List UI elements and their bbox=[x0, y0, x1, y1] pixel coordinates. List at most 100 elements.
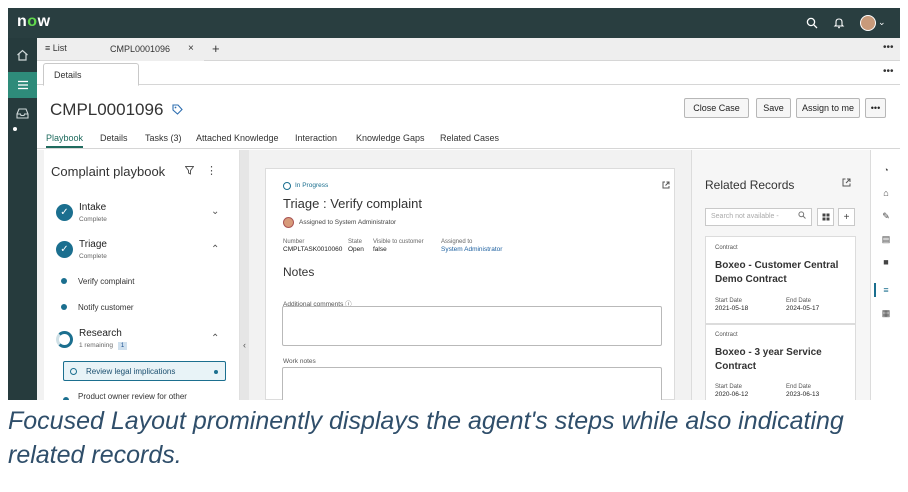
close-icon[interactable]: × bbox=[188, 43, 194, 54]
chevron-down-icon[interactable]: ⌄ bbox=[878, 17, 886, 28]
active-step-review-legal[interactable]: Review legal implications bbox=[63, 361, 226, 381]
start-date-label: Start Date bbox=[715, 298, 743, 304]
tab-details[interactable]: Details bbox=[100, 133, 128, 143]
close-case-button[interactable]: Close Case bbox=[684, 98, 749, 118]
field-state-value: Open bbox=[348, 246, 364, 253]
attachment-icon[interactable]: ✎ bbox=[880, 210, 892, 222]
in-progress-icon bbox=[283, 182, 291, 190]
vertical-more-icon[interactable]: ⋮ bbox=[206, 164, 217, 177]
right-context-rail: ◔ ⌂ ✎ ▤ ■ ≡ ▦ bbox=[870, 150, 900, 400]
graduation-cap-icon[interactable]: ⌂ bbox=[880, 187, 892, 199]
open-in-new-icon[interactable] bbox=[662, 181, 670, 191]
end-date-value: 2024-05-17 bbox=[786, 305, 820, 312]
step-open-icon bbox=[70, 368, 77, 375]
save-button[interactable]: Save bbox=[756, 98, 791, 118]
chevron-down-icon[interactable]: ⌄ bbox=[211, 206, 219, 217]
field-assigned-label: Assigned to bbox=[441, 239, 473, 245]
check-circle-icon: ✓ bbox=[56, 204, 73, 221]
field-number-value: CMPLTASK0010060 bbox=[283, 246, 343, 253]
field-state-label: State bbox=[348, 239, 363, 245]
end-date-value: 2023-06-13 bbox=[786, 391, 820, 398]
field-visible-label: Visible to customer bbox=[373, 239, 424, 245]
tab-playbook[interactable]: Playbook bbox=[46, 133, 84, 148]
related-list-icon[interactable]: ≡ bbox=[880, 284, 892, 296]
step-notify-customer[interactable]: Notify customer bbox=[78, 303, 134, 312]
list-icon[interactable] bbox=[8, 72, 37, 98]
task-detail-panel: In Progress Triage : Verify complaint As… bbox=[265, 168, 675, 400]
bell-icon[interactable] bbox=[830, 14, 848, 32]
screenshot-frame: now ⌄ ≡ List CMPL0001096 × + ••• Details… bbox=[8, 8, 900, 400]
record-tab[interactable]: CMPL0001096 × bbox=[100, 38, 204, 61]
windows-icon[interactable] bbox=[817, 208, 834, 226]
logo-text: now bbox=[17, 13, 51, 30]
progress-ring-icon bbox=[56, 331, 73, 348]
add-tab-button[interactable]: + bbox=[212, 41, 220, 56]
stage-research-status: 1 remaining bbox=[79, 342, 113, 349]
document-icon[interactable]: ▤ bbox=[880, 233, 892, 245]
tab-related-cases[interactable]: Related Cases bbox=[440, 133, 499, 143]
search-icon[interactable] bbox=[798, 211, 806, 221]
collapse-panel-icon[interactable]: ‹ bbox=[243, 340, 246, 350]
work-notes-input[interactable] bbox=[282, 367, 662, 400]
agent-assist-icon[interactable]: ◔ bbox=[880, 164, 892, 176]
tag-icon[interactable] bbox=[172, 104, 183, 118]
chevron-up-icon[interactable]: ⌃ bbox=[211, 244, 219, 255]
step-product-owner-review[interactable]: Product owner review for other bbox=[78, 392, 187, 400]
tab-interaction[interactable]: Interaction bbox=[295, 133, 337, 143]
list-tab[interactable]: ≡ List bbox=[45, 43, 67, 53]
record-type: Contract bbox=[715, 332, 738, 338]
stage-intake-name[interactable]: Intake bbox=[79, 202, 106, 213]
more-icon[interactable]: ••• bbox=[883, 66, 894, 77]
step-review-legal-label: Review legal implications bbox=[86, 367, 176, 376]
servicenow-logo[interactable]: now bbox=[17, 13, 51, 31]
related-records-title: Related Records bbox=[705, 178, 795, 192]
related-record-card[interactable]: Contract Boxeo - 3 year Service Contract… bbox=[705, 324, 856, 400]
remaining-count-badge: 1 bbox=[118, 342, 127, 350]
end-date-label: End Date bbox=[786, 298, 812, 304]
chevron-up-icon[interactable]: ⌃ bbox=[211, 333, 219, 344]
stage-triage-name[interactable]: Triage bbox=[79, 239, 107, 250]
grid-icon[interactable]: ▦ bbox=[880, 307, 892, 319]
stage-intake-status: Complete bbox=[79, 216, 107, 223]
record-name[interactable]: Boxeo - Customer Central Demo Contract bbox=[715, 259, 855, 287]
record-number-title: CMPL0001096 bbox=[50, 100, 164, 119]
tab-tasks[interactable]: Tasks (3) bbox=[145, 133, 182, 143]
filter-icon[interactable] bbox=[184, 166, 195, 178]
user-avatar[interactable] bbox=[860, 15, 876, 31]
assignee-avatar bbox=[283, 217, 294, 228]
record-name[interactable]: Boxeo - 3 year Service Contract bbox=[715, 346, 855, 374]
search-icon[interactable] bbox=[803, 14, 821, 32]
tab-attached-knowledge[interactable]: Attached Knowledge bbox=[196, 133, 279, 143]
playbook-title: Complaint playbook bbox=[51, 164, 166, 179]
record-tab-label: CMPL0001096 bbox=[110, 44, 171, 54]
file-icon[interactable]: ■ bbox=[880, 256, 892, 268]
tab-knowledge-gaps[interactable]: Knowledge Gaps bbox=[356, 133, 425, 143]
top-header-bar: now ⌄ bbox=[8, 8, 900, 38]
related-record-card[interactable]: Contract Boxeo - Customer Central Demo C… bbox=[705, 236, 856, 324]
start-date-label: Start Date bbox=[715, 384, 743, 390]
home-icon[interactable] bbox=[8, 42, 37, 68]
active-indicator-dot bbox=[214, 370, 218, 374]
step-complete-icon bbox=[61, 278, 67, 284]
stage-research-name[interactable]: Research bbox=[79, 328, 122, 339]
task-status: In Progress bbox=[295, 182, 329, 189]
tab-details-sub[interactable]: Details bbox=[43, 63, 139, 86]
stage-triage-status: Complete bbox=[79, 253, 107, 260]
related-search-input[interactable]: Search not available - bbox=[705, 208, 812, 226]
start-date-value: 2020-06-12 bbox=[715, 391, 749, 398]
add-related-button[interactable]: + bbox=[838, 208, 855, 226]
inbox-icon[interactable] bbox=[8, 100, 37, 126]
additional-comments-input[interactable] bbox=[282, 306, 662, 346]
more-icon[interactable]: ••• bbox=[883, 42, 894, 53]
more-actions-button[interactable]: ••• bbox=[865, 98, 886, 118]
step-verify-complaint[interactable]: Verify complaint bbox=[78, 277, 134, 286]
assigned-to-line: Assigned to System Administrator bbox=[299, 219, 397, 226]
check-circle-icon: ✓ bbox=[56, 241, 73, 258]
open-in-new-icon[interactable] bbox=[842, 178, 851, 190]
field-visible-value: false bbox=[373, 246, 387, 253]
assign-to-me-button[interactable]: Assign to me bbox=[796, 98, 860, 118]
start-date-value: 2021-05-18 bbox=[715, 305, 749, 312]
record-nav-tabs: Playbook Details Tasks (3) Attached Know… bbox=[37, 129, 900, 149]
playbook-panel: Complaint playbook ⋮ ✓ Intake Complete ⌄… bbox=[44, 150, 240, 400]
field-assigned-link[interactable]: System Administrator bbox=[441, 246, 502, 253]
